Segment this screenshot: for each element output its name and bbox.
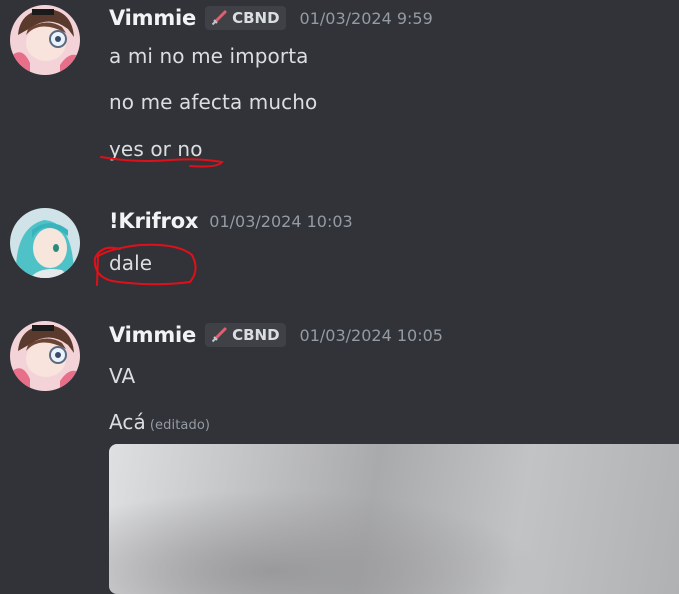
username[interactable]: !Krifrox bbox=[109, 209, 198, 233]
message-text: Acá bbox=[109, 410, 146, 434]
message-text: dale bbox=[109, 251, 153, 275]
sword-icon bbox=[211, 10, 227, 26]
message-header: !Krifrox 01/03/2024 10:03 bbox=[109, 209, 353, 233]
message-text: a mi no me importa bbox=[109, 44, 309, 68]
server-tag-label: CBND bbox=[232, 9, 280, 27]
user-avatar[interactable] bbox=[10, 321, 80, 391]
message-header: Vimmie CBND 01/03/2024 10:05 bbox=[109, 323, 443, 347]
message-header: Vimmie CBND 01/03/2024 9:59 bbox=[109, 6, 433, 30]
username[interactable]: Vimmie bbox=[109, 323, 196, 347]
username[interactable]: Vimmie bbox=[109, 6, 196, 30]
message-text: yes or no bbox=[109, 137, 203, 161]
server-tag[interactable]: CBND bbox=[205, 6, 286, 30]
timestamp[interactable]: 01/03/2024 9:59 bbox=[300, 9, 433, 28]
message-text-edited: Acá (editado) bbox=[109, 410, 210, 434]
message-text: VA bbox=[109, 364, 136, 388]
user-avatar[interactable] bbox=[10, 5, 80, 75]
image-attachment[interactable] bbox=[109, 444, 679, 594]
timestamp[interactable]: 01/03/2024 10:03 bbox=[209, 212, 352, 231]
sword-icon bbox=[211, 327, 227, 343]
server-tag-label: CBND bbox=[232, 326, 280, 344]
server-tag[interactable]: CBND bbox=[205, 323, 286, 347]
user-avatar[interactable] bbox=[10, 208, 80, 278]
timestamp[interactable]: 01/03/2024 10:05 bbox=[300, 326, 443, 345]
message-text: no me afecta mucho bbox=[109, 90, 318, 114]
edited-label: (editado) bbox=[149, 418, 211, 433]
